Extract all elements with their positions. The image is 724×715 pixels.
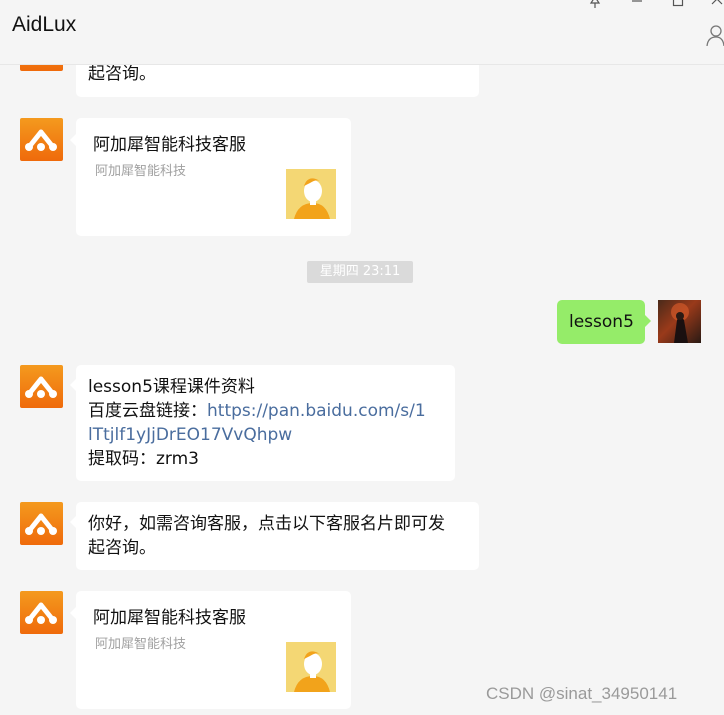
message-bubble[interactable]: 你好，如需咨询客服，点击以下客服名片即可发 起咨询。 (70, 502, 479, 570)
maximize-icon[interactable] (671, 0, 685, 12)
pin-icon[interactable] (588, 0, 602, 12)
link-prefix: 百度云盘链接： (88, 401, 207, 421)
message-line: lesson5课程课件资料 (88, 377, 255, 397)
message-line: 提取码：zrm3 (88, 449, 199, 469)
contact-card[interactable]: 阿加犀智能科技客服 阿加犀智能科技 (70, 118, 351, 236)
message-text: lesson5 (569, 312, 634, 332)
aidlux-logo-icon (25, 129, 57, 151)
chat-title: AidLux (12, 13, 77, 36)
aidlux-avatar[interactable] (20, 118, 63, 161)
aidlux-logo-icon (25, 602, 57, 624)
contact-card-name: 阿加犀智能科技客服 (93, 135, 246, 155)
baidu-pan-link-continued[interactable]: lTtjlf1yJjDrEO17VvQhpw (88, 423, 426, 447)
message-bubble[interactable]: lesson5课程课件资料 百度云盘链接：https://pan.baidu.c… (70, 365, 455, 481)
timestamp: 星期四 23:11 (307, 261, 413, 283)
aidlux-logo-icon (25, 513, 57, 535)
contact-card-subtitle: 阿加犀智能科技 (95, 637, 187, 652)
minimize-icon[interactable] (630, 0, 644, 12)
message-line: 百度云盘链接：https://pan.baidu.com/s/1 (88, 399, 426, 423)
aidlux-avatar[interactable] (20, 365, 63, 408)
contact-card-subtitle: 阿加犀智能科技 (95, 164, 187, 179)
contact-card[interactable]: 阿加犀智能科技客服 阿加犀智能科技 (70, 591, 351, 709)
aidlux-avatar[interactable] (20, 591, 63, 634)
chat-header: AidLux (0, 0, 724, 65)
message-line: 你好，如需咨询客服，点击以下客服名片即可发 (88, 514, 445, 534)
person-illustration-icon (286, 169, 336, 219)
contact-photo (286, 169, 336, 219)
self-avatar[interactable] (658, 300, 701, 343)
chat-area: 起咨询。 阿加犀智能科技客服 阿加犀智能科技 星期四 23:11 lesson5 (0, 0, 724, 715)
message-text: 起咨询。 (88, 64, 156, 84)
close-icon[interactable] (710, 0, 724, 12)
contact-card-name: 阿加犀智能科技客服 (93, 608, 246, 628)
aidlux-avatar[interactable] (20, 502, 63, 545)
self-message-bubble[interactable]: lesson5 (557, 300, 651, 344)
watermark: CSDN @sinat_34950141 (486, 684, 678, 703)
user-avatar-image (671, 303, 689, 343)
baidu-pan-link[interactable]: https://pan.baidu.com/s/1 (207, 401, 426, 421)
aidlux-logo-icon (25, 376, 57, 398)
person-illustration-icon (286, 642, 336, 692)
contact-photo (286, 642, 336, 692)
message-line: 起咨询。 (88, 538, 156, 558)
person-icon[interactable] (706, 24, 724, 50)
